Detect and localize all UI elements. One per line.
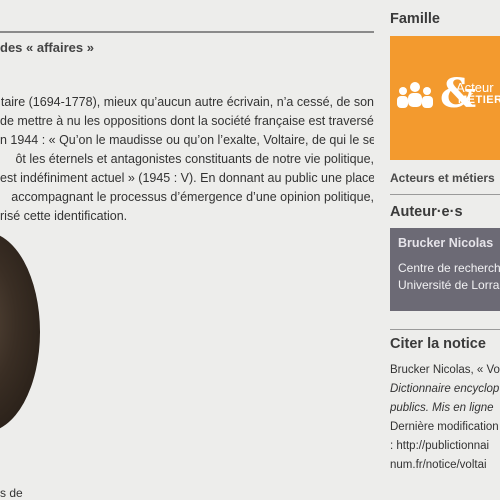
citation-line: Brucker Nicolas, « Vo [390, 364, 500, 376]
citation-line: Dernière modification [390, 421, 499, 433]
section-title: des « affaires » [0, 40, 94, 55]
logo-line-2: MÉTIER [458, 94, 500, 106]
voltaire-portrait-image [0, 232, 40, 432]
citation-url[interactable]: num.fr/notice/voltai [390, 459, 487, 471]
author-affiliation: Centre de recherch [398, 261, 500, 275]
section-divider [0, 31, 374, 33]
author-name-link[interactable]: Brucker Nicolas [398, 236, 493, 250]
famille-logo-box[interactable]: & Acteur MÉTIER [390, 36, 500, 160]
citation-url[interactable]: : http://publictionnai [390, 440, 489, 452]
sidebar-divider [390, 194, 500, 195]
sidebar-divider [390, 329, 500, 330]
author-card: Brucker Nicolas Centre de recherch Unive… [390, 228, 500, 311]
paragraph-line: n 1944 : « Qu’on le maudisse ou qu’on l’… [0, 133, 374, 147]
paragraph-line: de mettre à nu les oppositions dont la s… [0, 114, 374, 128]
famille-link[interactable]: Acteurs et métiers [390, 171, 495, 185]
citation-line: Dictionnaire encyclop [390, 383, 500, 395]
paragraph-line: est indéfiniment actuel » (1945 : V). En… [0, 171, 374, 185]
image-caption: s de [0, 486, 23, 500]
citation-title: publics. Mis en ligne [390, 402, 494, 414]
paragraph-line: accompagnant le processus d’émergence d’… [11, 190, 374, 204]
auteurs-heading: Auteur·e·s [390, 204, 463, 220]
paragraph-line: taire (1694-1778), mieux qu’aucun autre … [0, 95, 374, 109]
people-group-icon [397, 82, 433, 108]
logo-line-1: Acteur [456, 80, 494, 95]
main-content: des « affaires » taire (1694-1778), mieu… [0, 0, 374, 500]
citer-heading: Citer la notice [390, 336, 486, 352]
famille-logo-text: & Acteur MÉTIER [440, 74, 500, 114]
paragraph-line: risé cette identification. [0, 209, 128, 223]
citation-line: publics. Mis en ligne [390, 402, 494, 414]
article-paragraph: taire (1694-1778), mieux qu’aucun autre … [0, 93, 374, 226]
paragraph-line: ôt les éternels et antagonistes constitu… [15, 152, 374, 166]
author-affiliation: Université de Lorra [398, 278, 500, 292]
famille-heading: Famille [390, 11, 440, 27]
sidebar: Famille & Acteur MÉTIER Acteurs et métie… [390, 0, 500, 500]
